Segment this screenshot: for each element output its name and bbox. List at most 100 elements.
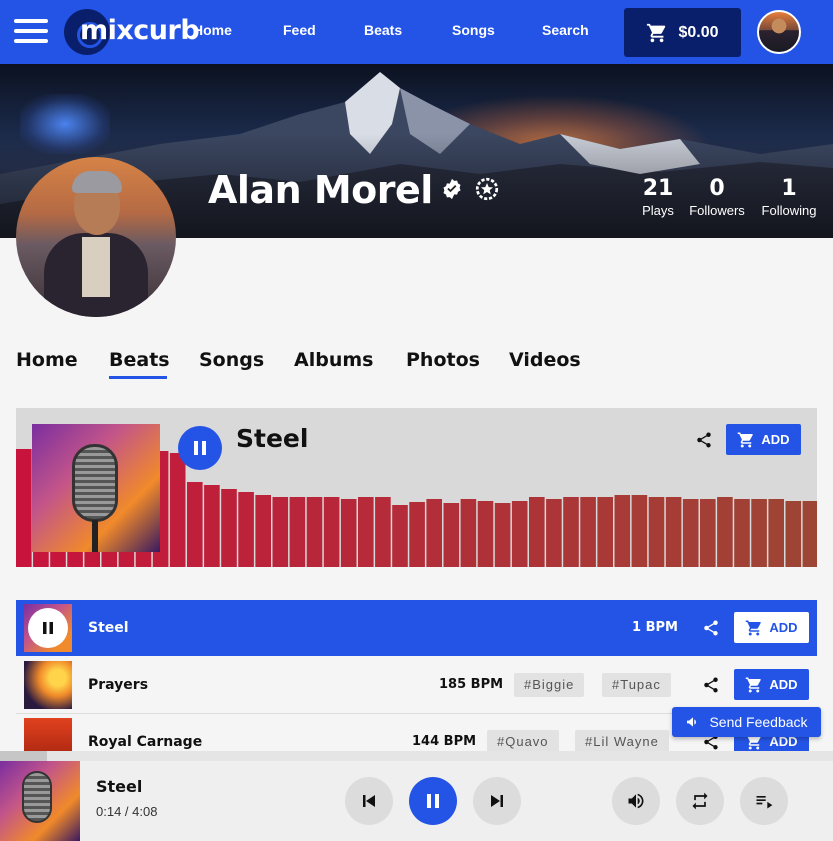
- tab-photos[interactable]: Photos: [406, 349, 480, 371]
- profile-name: Alan Morel: [208, 168, 433, 212]
- waveform-bar: [255, 495, 271, 567]
- nav-link-home[interactable]: Home: [193, 22, 232, 38]
- tab-home[interactable]: Home: [16, 349, 78, 371]
- track-row-prayers[interactable]: Prayers 185 BPM #Biggie #Tupac ADD: [16, 657, 817, 713]
- track-row-steel[interactable]: Steel 1 BPM ADD: [16, 600, 817, 656]
- volume-button[interactable]: [612, 777, 660, 825]
- waveform-bar: [358, 497, 374, 567]
- track-title[interactable]: Prayers: [88, 677, 148, 693]
- cart-button[interactable]: $0.00: [624, 8, 741, 57]
- waveform-bar: [563, 497, 579, 567]
- volume-icon: [628, 793, 644, 809]
- waveform-bar: [648, 497, 665, 567]
- add-label: ADD: [769, 620, 798, 635]
- player-progress-bar[interactable]: [0, 751, 833, 761]
- microphone-image: [22, 771, 52, 823]
- waveform-bar: [204, 485, 220, 567]
- avatar-hat: [72, 171, 122, 193]
- waveform-bar: [169, 453, 186, 567]
- waveform-bar: [238, 492, 254, 567]
- cart-icon: [746, 677, 762, 692]
- waveform-bar: [768, 499, 784, 567]
- verified-icon: [443, 178, 461, 200]
- track-bpm: 185 BPM: [439, 677, 504, 692]
- next-button[interactable]: [473, 777, 521, 825]
- tag-chip[interactable]: #Lil Wayne: [575, 730, 669, 751]
- track-bpm: 144 BPM: [412, 734, 477, 749]
- player-progress-fill: [0, 751, 47, 761]
- nav-link-feed[interactable]: Feed: [283, 22, 316, 38]
- add-label: ADD: [761, 432, 790, 447]
- queue-icon: [756, 796, 773, 809]
- add-to-cart-button[interactable]: ADD: [734, 612, 809, 643]
- share-icon[interactable]: [702, 676, 720, 694]
- player-time: 0:14 / 4:08: [96, 804, 158, 819]
- tab-albums[interactable]: Albums: [294, 349, 373, 371]
- repeat-button[interactable]: [676, 777, 724, 825]
- waveform-bar: [665, 497, 682, 567]
- waveform-bar: [631, 495, 648, 567]
- track-title[interactable]: Steel: [88, 620, 129, 636]
- waveform-bar: [289, 497, 306, 567]
- tab-songs[interactable]: Songs: [199, 349, 264, 371]
- previous-button[interactable]: [345, 777, 393, 825]
- nav-link-songs[interactable]: Songs: [452, 22, 495, 38]
- pause-icon: [194, 441, 206, 455]
- cart-icon: [647, 23, 666, 42]
- waveform-bar: [494, 503, 511, 567]
- share-icon[interactable]: [702, 619, 720, 637]
- tag-chip[interactable]: #Biggie: [514, 673, 585, 697]
- player-track-title[interactable]: Steel: [96, 777, 142, 796]
- waveform-bar: [751, 499, 767, 567]
- featured-track-card: Steel ADD: [16, 408, 817, 567]
- share-icon[interactable]: [695, 431, 713, 449]
- microphone-image: [72, 444, 118, 522]
- tab-beats[interactable]: Beats: [109, 349, 170, 371]
- nav-link-search[interactable]: Search: [542, 22, 589, 38]
- waveform-bar: [443, 503, 460, 567]
- waveform-bar: [426, 499, 442, 567]
- featured-pause-button[interactable]: [178, 426, 222, 470]
- waveform-bar: [682, 499, 699, 567]
- queue-button[interactable]: [740, 777, 788, 825]
- row-pause-button[interactable]: [28, 608, 68, 648]
- pause-icon: [43, 622, 53, 634]
- stat-plays: 21 Plays: [640, 176, 676, 218]
- stat-label: Plays: [642, 203, 674, 218]
- previous-icon: [363, 795, 375, 807]
- featured-artwork: [32, 424, 160, 552]
- featured-add-to-cart-button[interactable]: ADD: [726, 424, 801, 455]
- play-pause-button[interactable]: [409, 777, 457, 825]
- waveform-bar: [16, 449, 32, 567]
- add-to-cart-button[interactable]: ADD: [734, 669, 809, 700]
- cart-total: $0.00: [678, 23, 719, 41]
- tag-chip[interactable]: #Tupac: [602, 673, 671, 697]
- logo[interactable]: mixcurb: [64, 9, 200, 55]
- featured-title: Steel: [236, 424, 309, 453]
- track-artwork: [24, 718, 72, 751]
- profile-avatar: [16, 157, 176, 317]
- track-title[interactable]: Royal Carnage: [88, 734, 202, 750]
- star-badge-icon[interactable]: [474, 176, 500, 202]
- tab-videos[interactable]: Videos: [509, 349, 581, 371]
- next-icon: [491, 795, 503, 807]
- tag-chip[interactable]: #Quavo: [487, 730, 559, 751]
- waveform-bar: [323, 497, 340, 567]
- waveform-bar: [392, 505, 408, 567]
- send-feedback-button[interactable]: Send Feedback: [672, 707, 821, 737]
- menu-icon[interactable]: [14, 19, 48, 43]
- stat-following[interactable]: 1 Following: [758, 176, 820, 218]
- waveform-bar: [477, 501, 494, 567]
- waveform-bar: [580, 497, 596, 567]
- nav-link-beats[interactable]: Beats: [364, 22, 402, 38]
- audio-player: Steel 0:14 / 4:08: [0, 761, 833, 841]
- waveform-bar: [734, 499, 750, 567]
- user-avatar[interactable]: [757, 10, 801, 54]
- waveform-bar: [546, 499, 562, 567]
- waveform-bar: [409, 502, 425, 567]
- stat-followers[interactable]: 0 Followers: [686, 176, 748, 218]
- waveform-bar: [700, 499, 716, 567]
- waveform-bar: [221, 489, 237, 567]
- waveform-bar: [529, 497, 545, 567]
- player-artwork: [0, 761, 80, 841]
